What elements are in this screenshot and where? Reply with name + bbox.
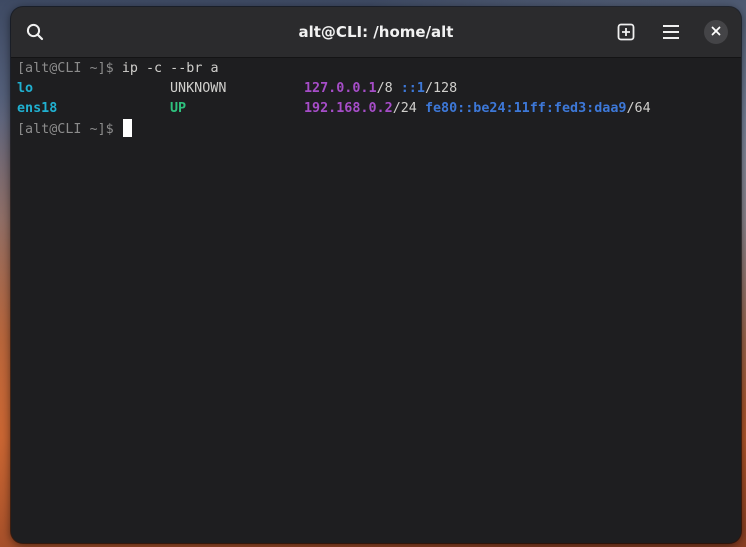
terminal-output[interactable]: [alt@CLI ~]$ ip -c --br a lo UNKNOWN 127…	[11, 58, 741, 543]
current-prompt-line: [alt@CLI ~]$	[17, 119, 741, 139]
interface-row-lo: lo UNKNOWN 127.0.0.1/8 ::1/128	[17, 79, 741, 99]
interface-name: lo	[17, 81, 34, 96]
text-cursor	[122, 119, 132, 137]
command-text: ip -c --br a	[121, 61, 219, 76]
ipv6-address: ::1	[400, 81, 425, 96]
ipv4-mask: /24	[392, 101, 417, 116]
ipv6-mask: /64	[626, 101, 651, 116]
ipv4-address: 192.168.0.2	[304, 101, 393, 116]
ipv4-mask: /8	[376, 81, 393, 96]
interface-state: UNKNOWN	[170, 81, 227, 96]
ipv6-mask: /128	[424, 81, 458, 96]
menu-button[interactable]	[654, 16, 688, 48]
close-icon	[711, 23, 721, 41]
new-tab-icon	[617, 23, 635, 41]
command-line: [alt@CLI ~]$ ip -c --br a	[17, 59, 741, 79]
search-icon	[26, 23, 44, 41]
header-bar: alt@CLI: /home/alt	[11, 7, 741, 58]
interface-name: ens18	[17, 101, 58, 116]
shell-prompt: [alt@CLI ~]$	[17, 122, 122, 137]
ipv4-address: 127.0.0.1	[304, 81, 377, 96]
interface-row-ens18: ens18 UP 192.168.0.2/24 fe80::be24:11ff:…	[17, 99, 741, 119]
new-tab-button[interactable]	[609, 16, 643, 48]
terminal-window: alt@CLI: /home/alt [alt@CLI ~]$ ip -c --…	[11, 7, 741, 543]
interface-state: UP	[170, 101, 187, 116]
search-button[interactable]	[18, 16, 52, 48]
close-button[interactable]	[704, 20, 728, 44]
shell-prompt: [alt@CLI ~]$	[17, 61, 122, 76]
hamburger-menu-icon	[662, 24, 680, 40]
ipv6-address: fe80::be24:11ff:fed3:daa9	[424, 101, 627, 116]
